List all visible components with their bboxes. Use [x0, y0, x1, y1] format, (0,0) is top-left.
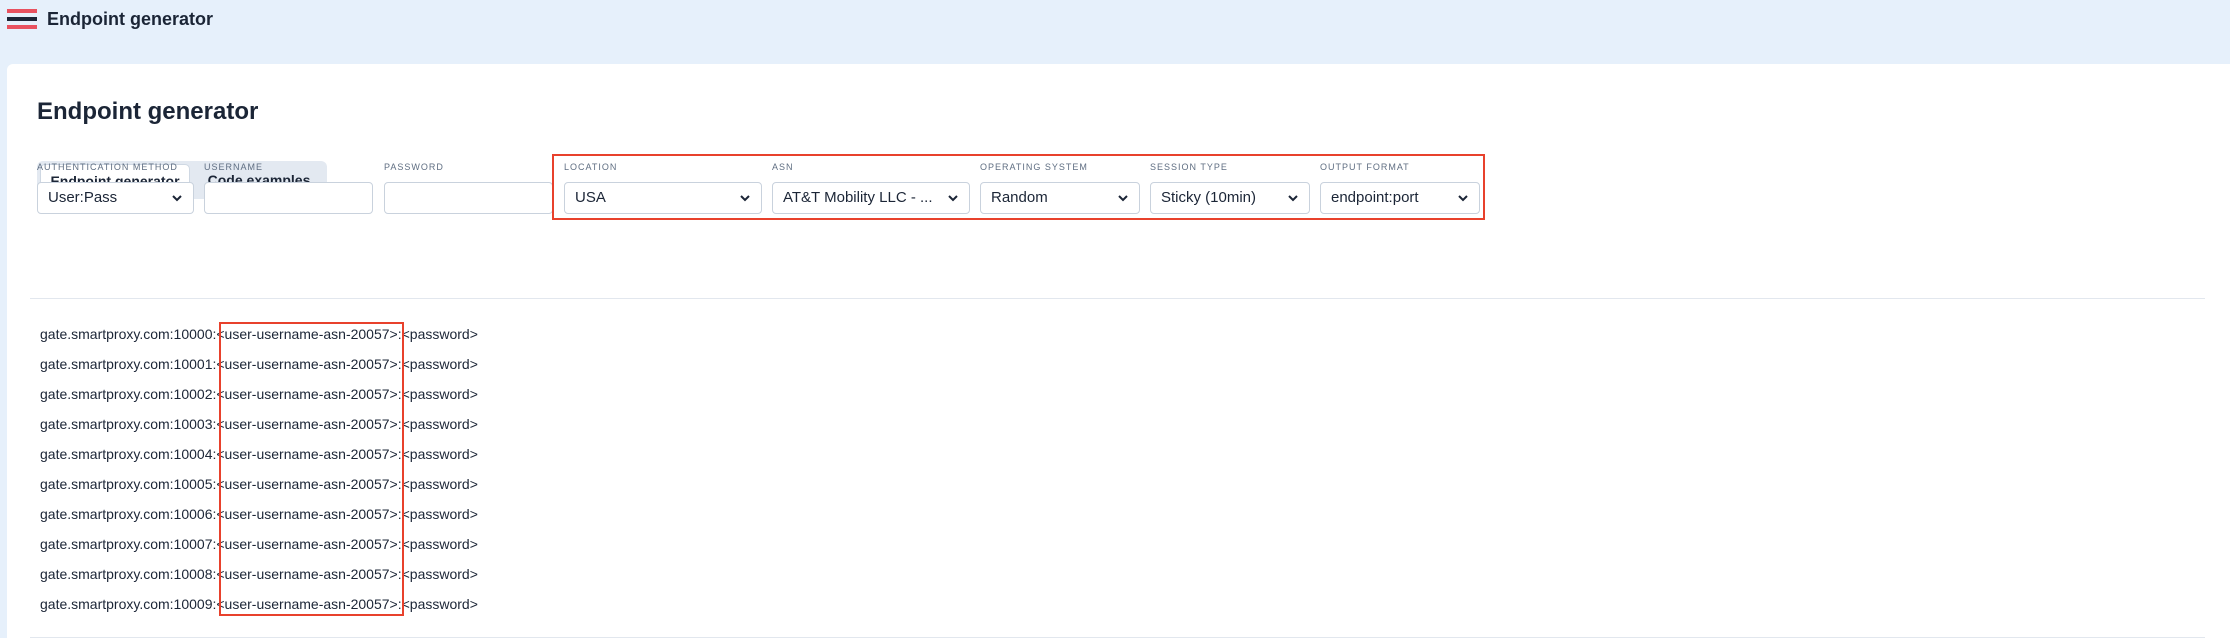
username-label: USERNAME [204, 162, 264, 172]
username-input[interactable] [204, 182, 373, 214]
highlight-box-username [219, 322, 404, 616]
divider-top [30, 298, 2205, 299]
chevron-down-icon [172, 195, 182, 202]
auth-method-label: AUTHENTICATION METHOD [37, 162, 178, 172]
auth-method-value: User:Pass [48, 189, 118, 206]
logo-icon[interactable] [7, 9, 37, 31]
highlight-box-filters [552, 154, 1485, 220]
password-input[interactable] [384, 182, 553, 214]
password-label: PASSWORD [384, 162, 444, 172]
app-title: Endpoint generator [47, 9, 213, 29]
auth-method-select[interactable]: User:Pass [37, 182, 194, 214]
top-bar: Endpoint generator [0, 0, 2230, 58]
page-title: Endpoint generator [37, 98, 259, 125]
